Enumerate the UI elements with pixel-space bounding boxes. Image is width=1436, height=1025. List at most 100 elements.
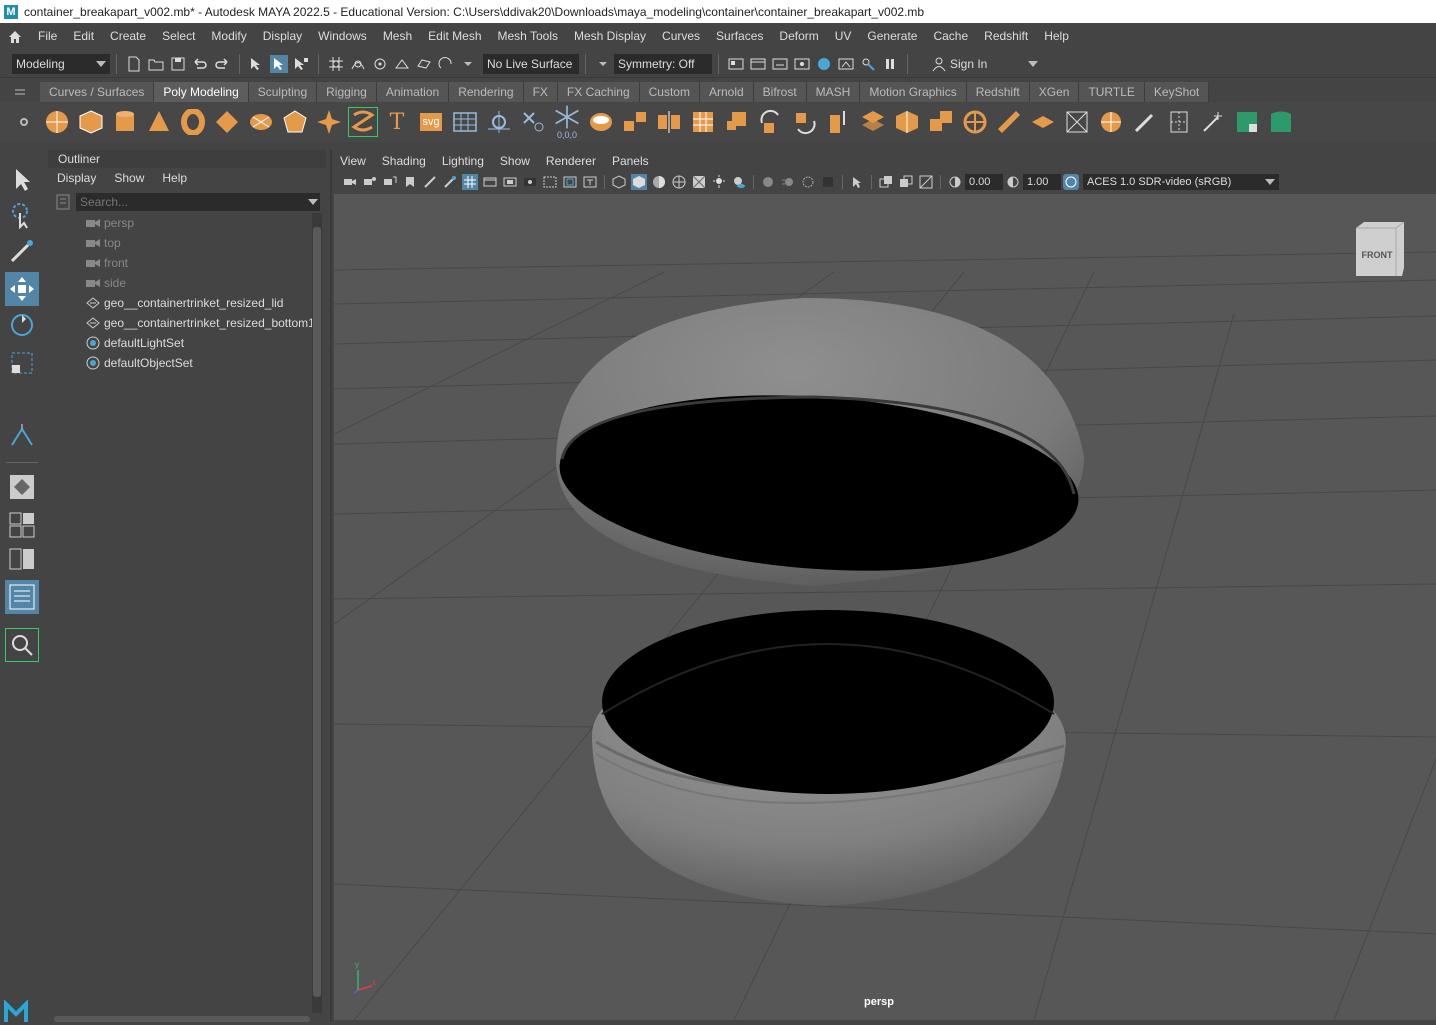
screen-space-ao-icon[interactable] — [760, 174, 776, 190]
tab-custom[interactable]: Custom — [639, 82, 700, 102]
scale-tool-icon[interactable] — [5, 346, 39, 380]
append-polygon-icon[interactable] — [994, 107, 1024, 137]
color-space-dropdown[interactable]: ACES 1.0 SDR-video (sRGB) — [1083, 174, 1279, 190]
mirror-icon[interactable] — [654, 107, 684, 137]
menu-surfaces[interactable]: Surfaces — [708, 23, 771, 50]
menu-generate[interactable]: Generate — [859, 23, 925, 50]
combine-icon[interactable] — [586, 107, 616, 137]
list-item[interactable]: top — [48, 233, 310, 253]
menu-edit-mesh[interactable]: Edit Mesh — [420, 23, 489, 50]
default-material-icon[interactable] — [651, 174, 667, 190]
tab-keyshot[interactable]: KeyShot — [1144, 82, 1210, 102]
undo-icon[interactable] — [191, 55, 209, 73]
poke-icon[interactable] — [926, 107, 956, 137]
open-scene-icon[interactable] — [147, 55, 165, 73]
freeze-transform-icon[interactable]: 0,0,0 — [552, 105, 582, 140]
view-cube[interactable]: FRONT — [1354, 222, 1404, 276]
textured-icon[interactable] — [691, 174, 707, 190]
viewport-menu-panels[interactable]: Panels — [604, 154, 657, 168]
single-pane-layout-icon[interactable] — [5, 470, 39, 504]
tab-poly-modeling[interactable]: Poly Modeling — [154, 82, 249, 102]
safe-action-icon[interactable] — [562, 174, 578, 190]
menu-windows[interactable]: Windows — [310, 23, 375, 50]
tab-rigging[interactable]: Rigging — [317, 82, 377, 102]
shelf-settings-icon[interactable] — [18, 116, 30, 131]
chevron-down-icon[interactable] — [594, 55, 612, 73]
pause-icon[interactable] — [881, 55, 899, 73]
list-item[interactable]: persp — [48, 213, 310, 233]
uv-unfold-icon[interactable] — [1266, 107, 1296, 137]
motion-blur-icon[interactable] — [780, 174, 796, 190]
remesh-icon[interactable] — [756, 107, 786, 137]
tab-animation[interactable]: Animation — [376, 82, 450, 102]
platonic-solid-icon[interactable] — [280, 107, 310, 137]
live-surface-field[interactable]: No Live Surface — [483, 53, 579, 74]
outliner-vertical-scrollbar[interactable] — [312, 213, 322, 1013]
isolate-select-icon[interactable] — [849, 174, 865, 190]
select-object-icon[interactable] — [270, 54, 288, 73]
select-component-icon[interactable] — [292, 55, 310, 73]
poly-disc-icon[interactable] — [246, 107, 276, 137]
separate-icon[interactable] — [620, 107, 650, 137]
save-scene-icon[interactable] — [169, 55, 187, 73]
uv-editor-icon[interactable] — [1232, 107, 1262, 137]
anti-aliasing-icon[interactable] — [800, 174, 816, 190]
poly-sphere-icon[interactable] — [42, 107, 72, 137]
wireframe-icon[interactable] — [611, 174, 627, 190]
2d-pan-zoom-icon[interactable] — [422, 174, 438, 190]
camera-select-icon[interactable] — [342, 174, 358, 190]
use-all-lights-icon[interactable] — [711, 174, 727, 190]
field-chart-icon[interactable] — [542, 174, 558, 190]
super-shape-icon[interactable] — [314, 107, 344, 137]
tab-arnold[interactable]: Arnold — [699, 82, 754, 102]
viewport-menu-show[interactable]: Show — [492, 154, 538, 168]
poly-torus-icon[interactable] — [178, 107, 208, 137]
menu-deform[interactable]: Deform — [771, 23, 826, 50]
list-item[interactable]: side — [48, 273, 310, 293]
smooth-icon[interactable] — [688, 107, 718, 137]
render-frame-icon[interactable] — [749, 55, 767, 73]
bookmark-icon[interactable] — [382, 174, 398, 190]
rotate-tool-icon[interactable] — [5, 308, 39, 342]
image-plane-icon[interactable] — [402, 174, 418, 190]
outliner-search-input[interactable] — [76, 193, 320, 211]
camera-attributes-icon[interactable] — [362, 174, 378, 190]
tab-curves-surfaces[interactable]: Curves / Surfaces — [40, 82, 155, 102]
tab-bifrost[interactable]: Bifrost — [753, 82, 807, 102]
menu-help[interactable]: Help — [1036, 23, 1077, 50]
tab-turtle[interactable]: TURTLE — [1079, 82, 1145, 102]
grease-pencil-icon[interactable] — [442, 174, 458, 190]
viewport-menu-lighting[interactable]: Lighting — [434, 154, 492, 168]
multi-cut-icon[interactable] — [1062, 107, 1092, 137]
tab-motion-graphics[interactable]: Motion Graphics — [860, 82, 967, 102]
sweep-mesh-icon[interactable] — [348, 107, 378, 137]
safe-title-icon[interactable] — [582, 174, 598, 190]
snap-live-icon[interactable] — [437, 55, 455, 73]
menu-curves[interactable]: Curves — [654, 23, 708, 50]
move-tool-icon[interactable] — [5, 272, 39, 306]
outliner-horizontal-scrollbar[interactable] — [54, 1016, 310, 1022]
exposure-icon[interactable] — [947, 174, 963, 190]
menu-mesh-display[interactable]: Mesh Display — [566, 23, 654, 50]
list-item[interactable]: geo__containertrinket_resized_lid — [48, 293, 310, 313]
snap-together-icon[interactable] — [518, 107, 548, 137]
insert-edge-loop-icon[interactable] — [1096, 107, 1126, 137]
menu-file[interactable]: File — [30, 23, 65, 50]
poly-cube-icon[interactable] — [76, 107, 106, 137]
list-item[interactable]: defaultLightSet — [48, 333, 310, 353]
sign-in-dropdown[interactable]: Sign In — [924, 53, 1042, 74]
retopo-icon[interactable] — [790, 107, 820, 137]
tab-redshift[interactable]: Redshift — [966, 82, 1030, 102]
pivot-tool-icon[interactable] — [484, 107, 514, 137]
outliner-layout-icon[interactable] — [5, 580, 39, 614]
shadows-icon[interactable] — [731, 174, 747, 190]
viewport-menu-shading[interactable]: Shading — [374, 154, 434, 168]
outliner-menu-show[interactable]: Show — [105, 171, 153, 185]
snap-curve-icon[interactable] — [349, 55, 367, 73]
viewport-menu-view[interactable]: View — [332, 154, 374, 168]
chevron-down-icon[interactable] — [459, 55, 477, 73]
poly-cylinder-icon[interactable] — [110, 107, 140, 137]
render-settings-icon[interactable] — [727, 55, 745, 73]
type-tool-icon[interactable]: T — [382, 107, 412, 137]
chevron-down-icon[interactable] — [308, 199, 318, 205]
